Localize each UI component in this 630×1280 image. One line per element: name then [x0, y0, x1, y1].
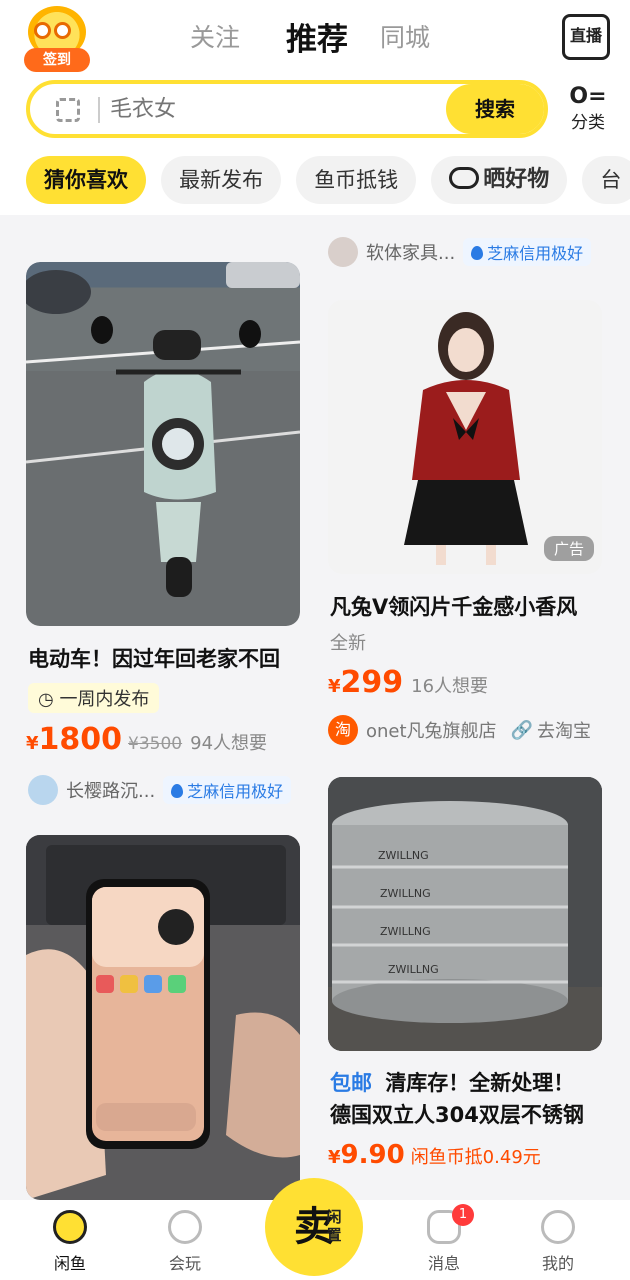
ad-label: 广告	[543, 536, 594, 561]
phone-image	[26, 835, 300, 1200]
sell-sub: 闲置	[326, 1208, 342, 1244]
product-title[interactable]: 包邮 清库存！全新处理！	[330, 1067, 574, 1097]
live-label: 直播	[569, 26, 602, 45]
feed: 电动车！因过年回老家不回 ◷ 一周内发布 ¥1800 ¥3500 94人想要 长…	[0, 215, 630, 1200]
bottom-nav: 闲鱼 会玩 卖 闲置 1 消息 我的	[0, 1178, 630, 1280]
chip-more[interactable]: 台	[582, 156, 630, 204]
credit-badge: 芝麻信用极好	[463, 238, 592, 266]
top-tabs: 关注 推荐 同城	[0, 0, 630, 70]
category-icon: O=	[569, 84, 607, 109]
want-count: 94人想要	[190, 733, 268, 754]
category-label: 分类	[571, 113, 605, 133]
search-input[interactable]	[110, 92, 410, 126]
product-card[interactable]	[26, 835, 300, 1200]
price: ¥9.90	[328, 1140, 405, 1170]
price-row: ¥299 16人想要	[328, 665, 488, 700]
tab-follow[interactable]: 关注	[190, 18, 240, 54]
category-button[interactable]: O= 分类	[568, 84, 608, 134]
chip-guess[interactable]: 猜你喜欢	[26, 156, 146, 204]
avatar	[328, 237, 358, 267]
shop-name: onet凡兔旗舰店	[366, 721, 497, 742]
svg-text:ZWILLNG: ZWILLNG	[380, 887, 431, 900]
price-row: ¥1800 ¥3500 94人想要	[26, 722, 267, 757]
tab-nearby[interactable]: 同城	[380, 18, 430, 54]
taobao-icon: 淘	[328, 715, 358, 745]
product-card[interactable]: 广告	[328, 300, 602, 574]
profile-icon	[541, 1210, 575, 1244]
price: ¥299	[328, 665, 404, 700]
nav-profile[interactable]: 我的	[518, 1210, 598, 1274]
chip-share-label: 晒好物	[483, 167, 550, 192]
live-button[interactable]: 直播	[562, 14, 610, 60]
shop-link[interactable]: 去淘宝	[537, 717, 591, 743]
tab-recommend[interactable]: 推荐	[286, 14, 348, 59]
time-tag: ◷ 一周内发布	[28, 683, 160, 713]
chip-row: 猜你喜欢 最新发布 鱼币抵钱 晒好物 台	[26, 156, 630, 206]
product-image[interactable]	[26, 262, 300, 626]
header: 签到 关注 推荐 同城 直播 搜索 O= 分类 猜你喜欢 最新发布 鱼币抵钱 晒…	[0, 0, 630, 215]
seller-name: 长樱路沉...	[66, 781, 156, 802]
eyes-icon	[449, 167, 480, 189]
nav-home[interactable]: 闲鱼	[30, 1210, 110, 1274]
dress-image	[404, 312, 528, 565]
seller-info[interactable]: 软体家具... 芝麻信用极好	[328, 237, 592, 267]
product-card[interactable]: ZWILLNG ZWILLNG ZWILLNG ZWILLNG	[328, 777, 602, 1051]
chip-share[interactable]: 晒好物	[431, 156, 568, 204]
price: ¥1800	[26, 722, 123, 757]
sell-button[interactable]: 卖 闲置	[265, 1178, 363, 1276]
title-line1: 清库存！全新处理！	[385, 1071, 575, 1095]
original-price: ¥3500	[128, 734, 183, 754]
title-line2[interactable]: 德国双立人304双层不锈钢	[330, 1099, 584, 1129]
svg-text:ZWILLNG: ZWILLNG	[388, 963, 439, 976]
chip-coin[interactable]: 鱼币抵钱	[296, 156, 417, 204]
scan-icon[interactable]	[56, 98, 80, 122]
product-title[interactable]: 电动车！因过年回老家不回	[28, 643, 280, 673]
avatar	[28, 775, 58, 805]
price-row: ¥9.90 闲鱼币抵0.49元	[328, 1140, 541, 1170]
home-icon	[53, 1210, 87, 1244]
condition: 全新	[330, 633, 366, 654]
coin-deduct: 闲鱼币抵0.49元	[410, 1147, 541, 1168]
free-ship-tag: 包邮	[330, 1071, 372, 1095]
credit-badge: 芝麻信用极好	[163, 776, 292, 804]
product-title[interactable]: 凡兔V领闪片千金感小香风	[330, 591, 577, 621]
svg-text:ZWILLNG: ZWILLNG	[378, 849, 429, 862]
want-count: 16人想要	[411, 676, 489, 697]
nav-play[interactable]: 会玩	[145, 1210, 225, 1274]
seller-name: 软体家具...	[366, 243, 456, 264]
scooter-image	[26, 262, 300, 597]
bowls-image: ZWILLNG ZWILLNG ZWILLNG ZWILLNG	[328, 777, 602, 1051]
search-bar[interactable]: 搜索	[26, 80, 548, 138]
play-icon	[168, 1210, 202, 1244]
search-button[interactable]: 搜索	[446, 84, 544, 134]
svg-text:ZWILLNG: ZWILLNG	[380, 925, 431, 938]
chip-latest[interactable]: 最新发布	[161, 156, 282, 204]
link-icon: 🔗	[510, 719, 533, 741]
seller-info[interactable]: 长樱路沉... 芝麻信用极好	[28, 775, 292, 805]
shop-info[interactable]: 淘 onet凡兔旗舰店 🔗 去淘宝	[328, 715, 591, 745]
message-badge: 1	[452, 1204, 474, 1226]
nav-messages[interactable]: 1 消息	[404, 1204, 484, 1274]
product-card[interactable]	[26, 262, 300, 627]
